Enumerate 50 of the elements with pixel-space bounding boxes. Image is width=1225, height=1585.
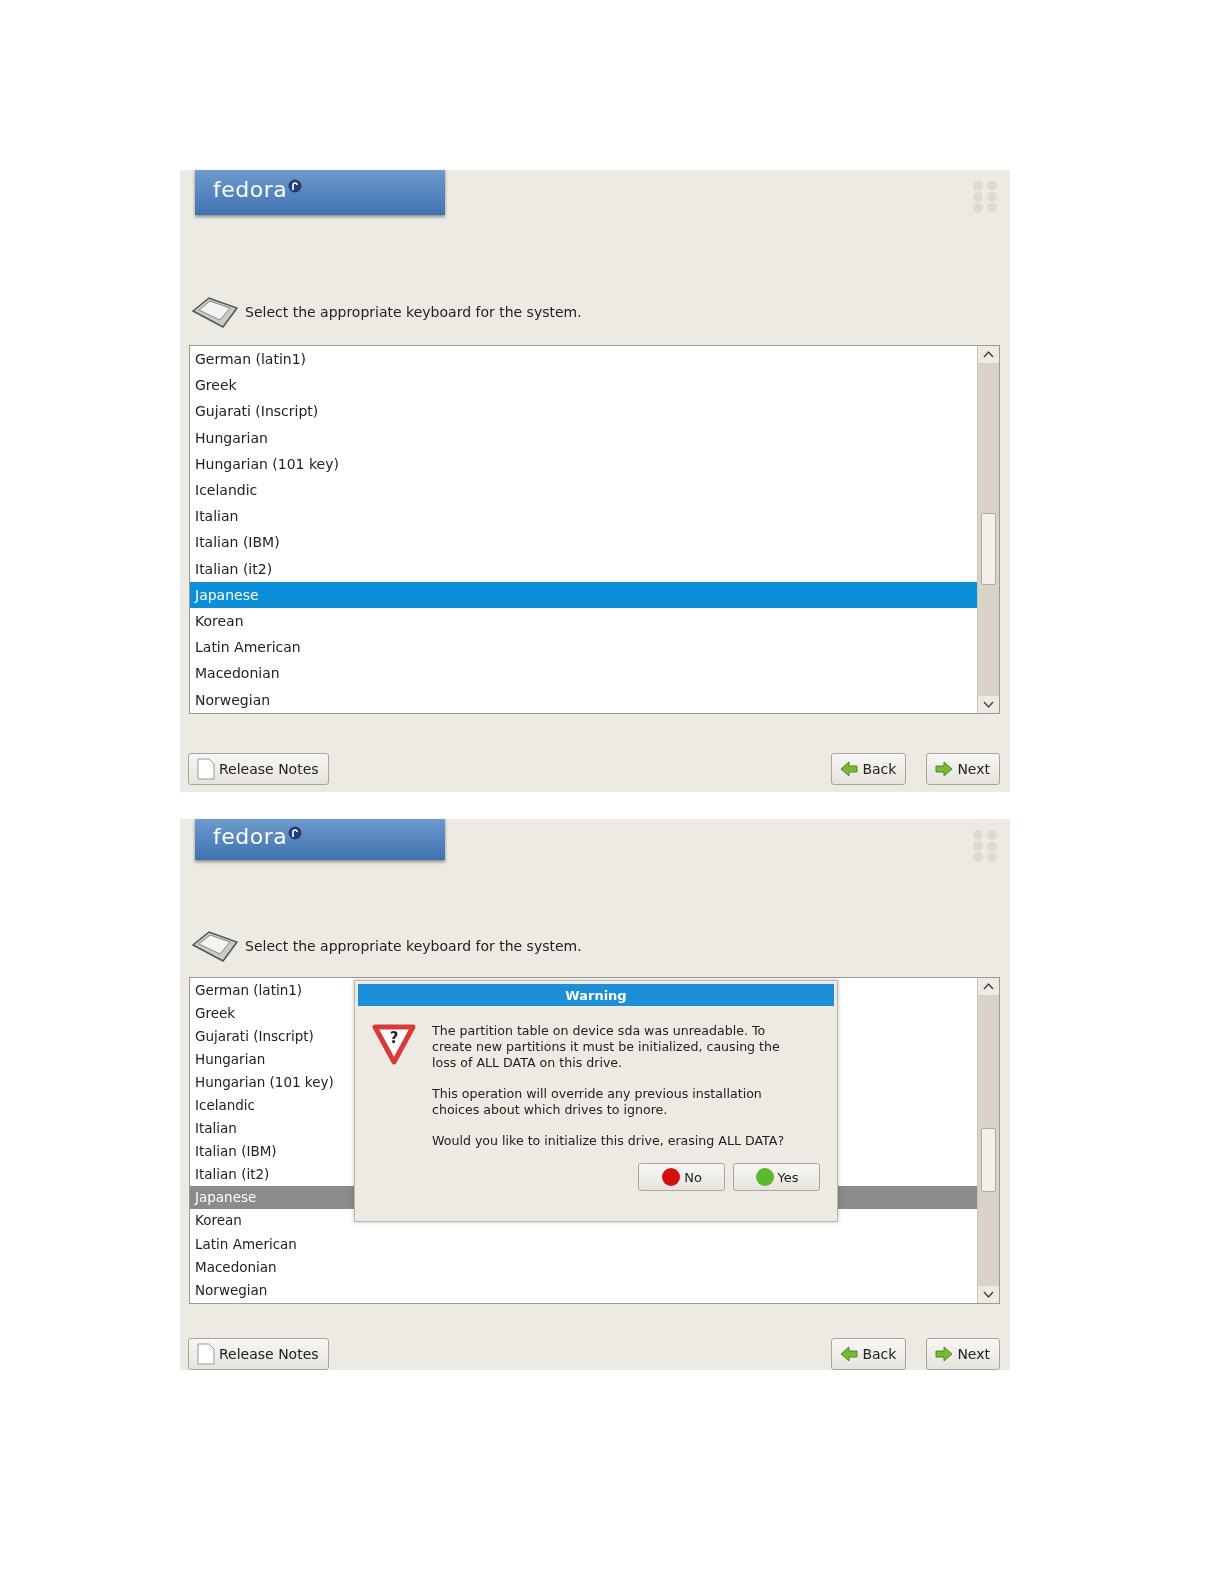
no-button[interactable]: No [638,1163,725,1191]
keyboard-list-item[interactable]: Japanese [190,581,977,608]
logo-text: fedora [213,824,288,849]
back-button[interactable]: Back [831,1338,907,1370]
keyboard-list-item[interactable]: Macedonian [190,660,977,687]
keyboard-list-item[interactable]: Italian (IBM) [190,529,977,556]
arrow-left-icon [840,761,859,777]
go-circle-icon [754,1167,775,1187]
dialog-title: Warning [358,984,834,1006]
prompt-text: Select the appropriate keyboard for the system. [245,304,582,320]
scroll-thumb[interactable] [981,513,996,585]
keyboard-list-item[interactable]: Hungarian (101 key) [190,450,977,477]
release-notes-button[interactable]: Release Notes [188,753,329,785]
keyboard-list-item[interactable]: Hungarian [190,424,977,451]
logo-text: fedora [213,177,288,202]
arrow-left-icon [840,1346,859,1362]
question-mark: ? [388,1029,400,1047]
keyboard-list-item[interactable]: Macedonian [190,1255,977,1279]
dialog-message: This operation will override any previous installation choices about which drives to ignore. [432,1086,763,1118]
arrow-right-icon [935,1346,954,1362]
keyboard-key-icon [191,295,239,329]
dialog-message: The partition table on device sda was unreadable. To create new partitions it must be initialized, causing the loss of ALL DATA on this drive. [432,1023,781,1071]
keyboard-list-item[interactable]: Norwegian [190,686,977,713]
keyboard-key-icon [191,929,239,963]
infinity-logo-icon [288,825,303,840]
scrollbar[interactable] [977,346,999,713]
release-notes-button[interactable]: Release Notes [188,1338,329,1370]
document-icon [197,758,215,780]
keyboard-list-item[interactable]: Norwegian [190,1278,977,1302]
document-icon [197,1343,215,1365]
scroll-thumb[interactable] [981,1128,996,1192]
keyboard-list-item[interactable]: Korean [190,607,977,635]
keyboard-list-item[interactable]: Italian (it2) [190,555,977,582]
next-button[interactable]: Next [926,1338,1000,1370]
prompt-text: Select the appropriate keyboard for the system. [245,938,582,954]
keyboard-list-item[interactable]: German (latin1) [190,346,977,373]
keyboard-list-item[interactable]: Italian [190,503,977,530]
dialog-message: Would you like to initialize this drive, erasing ALL DATA? [432,1133,786,1149]
scrollbar[interactable] [977,978,999,1303]
arrow-right-icon [935,761,954,777]
keyboard-list-item[interactable]: Greek [190,372,977,399]
keyboard-list-item[interactable]: Latin American [190,1232,977,1256]
keyboard-list-item[interactable]: Latin American [190,634,977,661]
yes-button[interactable]: Yes [733,1163,820,1191]
back-button[interactable]: Back [831,753,907,785]
keyboard-list-item[interactable]: Icelandic [190,476,977,504]
stop-circle-icon [661,1167,682,1187]
next-button[interactable]: Next [926,753,1000,785]
keyboard-list-item[interactable]: Gujarati (Inscript) [190,398,977,425]
infinity-logo-icon [288,178,303,193]
